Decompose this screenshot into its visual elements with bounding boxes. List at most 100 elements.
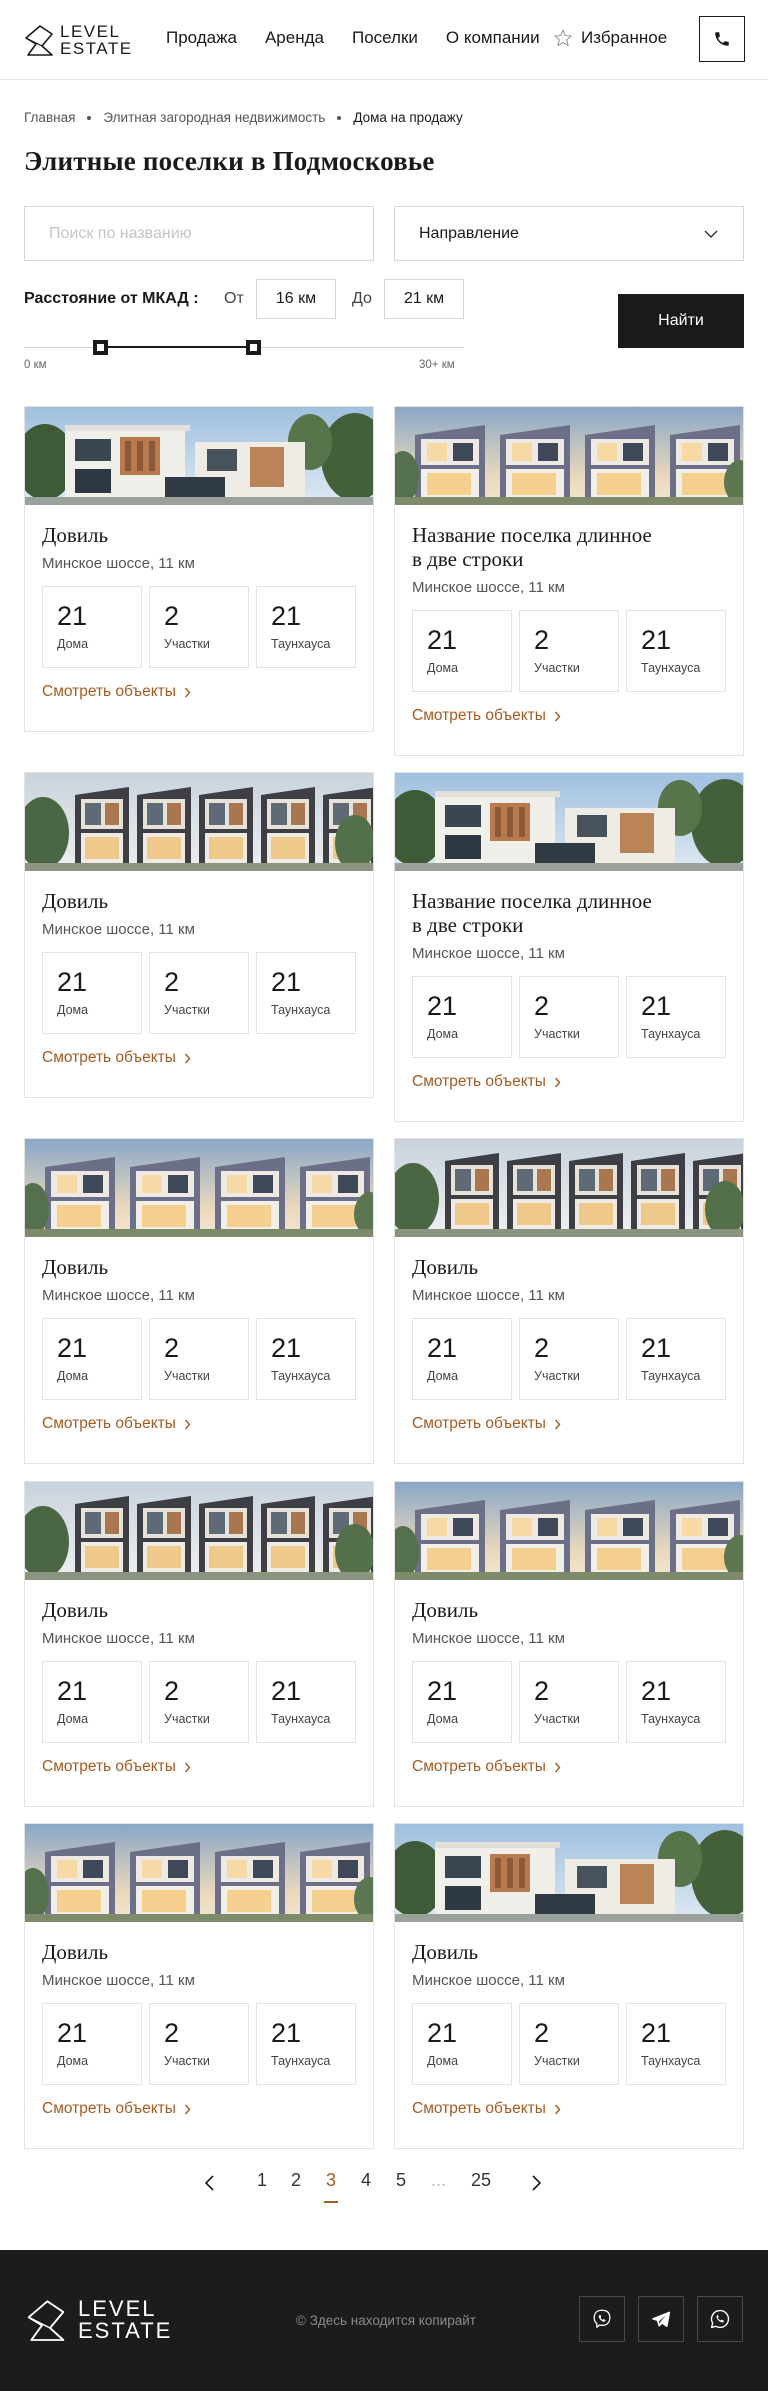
site-footer: LEVEL ESTATE © Здесь находится копирайт [0, 2250, 768, 2391]
village-card[interactable]: Довиль Минское шоссе, 11 км 21 Дома 2 Участки… [394, 1138, 744, 1464]
favorites-label: Избранное [581, 28, 668, 47]
view-objects-link[interactable]: Смотреть объекты [42, 1049, 356, 1067]
village-card[interactable]: Название поселка длинное в две строки Минс… [394, 406, 744, 756]
nav-rent[interactable]: Аренда [265, 28, 324, 48]
search-input[interactable]: Поиск по названию [24, 206, 374, 261]
chevron-right-icon [554, 2104, 561, 2114]
village-image[interactable] [395, 1482, 743, 1580]
village-card[interactable]: Название поселка длинное в две строки Минс… [394, 772, 744, 1122]
village-card-body: Название поселка длинное в две строки Минс… [395, 871, 743, 1121]
village-name[interactable]: Довиль [42, 1255, 356, 1279]
stat-houses: 21 Дома [412, 1318, 512, 1400]
phone-button[interactable] [699, 16, 745, 62]
breadcrumb-separator [87, 115, 92, 120]
from-field[interactable]: 16 км [256, 279, 336, 319]
range-handle-min[interactable] [93, 340, 108, 355]
view-objects-link[interactable]: Смотреть объекты [42, 683, 356, 701]
village-card[interactable]: Довиль Минское шоссе, 11 км 21 Дома 2 Участки… [394, 1481, 744, 1807]
village-image[interactable] [395, 1824, 743, 1922]
find-button[interactable]: Найти [618, 294, 744, 348]
village-card[interactable]: Довиль Минское шоссе, 11 км 21 Дома 2 Участки… [24, 406, 374, 732]
village-image[interactable] [25, 1139, 373, 1237]
breadcrumb-current: Дома на продажу [353, 110, 463, 125]
range-max-label: 30+ км [419, 359, 455, 371]
logo[interactable]: LEVEL ESTATE [24, 20, 133, 60]
view-objects-link[interactable]: Смотреть объекты [42, 1758, 356, 1776]
village-image[interactable] [25, 773, 373, 871]
stat-townhouses: 21 Таунхауса [256, 1318, 356, 1400]
village-image[interactable] [25, 1482, 373, 1580]
village-name[interactable]: Довиль [412, 1598, 726, 1622]
direction-select[interactable]: Направление [394, 206, 744, 261]
village-name[interactable]: Довиль [412, 1940, 726, 1964]
village-card[interactable]: Довиль Минское шоссе, 11 км 21 Дома 2 Участки… [24, 1823, 374, 2149]
page-25[interactable]: 25 [471, 2170, 491, 2191]
village-photo [395, 1482, 743, 1580]
village-image[interactable] [25, 407, 373, 505]
stat-townhouses-label: Таунхауса [641, 661, 701, 675]
view-objects-link[interactable]: Смотреть объекты [412, 1073, 726, 1091]
stat-plots-label: Участки [164, 1369, 210, 1383]
view-objects-link[interactable]: Смотреть объекты [412, 707, 726, 725]
breadcrumb-elite[interactable]: Элитная загородная недвижимость [103, 110, 325, 125]
page-5[interactable]: 5 [396, 2170, 406, 2191]
village-name[interactable]: Довиль [42, 889, 356, 913]
stat-houses: 21 Дома [412, 976, 512, 1058]
stat-houses-label: Дома [427, 1369, 459, 1383]
stat-townhouses-value: 21 [271, 967, 302, 997]
stat-townhouses-label: Таунхауса [641, 1369, 701, 1383]
whatsapp-button[interactable] [697, 2296, 743, 2342]
page-3-current[interactable]: 3 [323, 2170, 339, 2203]
village-image[interactable] [395, 773, 743, 871]
favorites-link[interactable]: Избранное [553, 28, 667, 48]
village-image[interactable] [25, 1824, 373, 1922]
page-ellipsis: ... [431, 2170, 447, 2190]
village-card[interactable]: Довиль Минское шоссе, 11 км 21 Дома 2 Участки… [24, 1138, 374, 1464]
village-road: Минское шоссе, 11 км [42, 1972, 195, 1989]
nav-sale[interactable]: Продажа [166, 28, 237, 48]
to-field[interactable]: 21 км [384, 279, 464, 319]
site-header: LEVEL ESTATE Продажа Аренда Поселки О ко… [0, 0, 768, 80]
village-name[interactable]: Довиль [42, 523, 356, 547]
stat-houses-value: 21 [427, 991, 458, 1021]
village-card[interactable]: Довиль Минское шоссе, 11 км 21 Дома 2 Участки… [394, 1823, 744, 2149]
range-handle-max[interactable] [246, 340, 261, 355]
village-image[interactable] [395, 407, 743, 505]
page-1[interactable]: 1 [257, 2170, 267, 2191]
stat-townhouses-value: 21 [641, 1333, 672, 1363]
viber-button[interactable] [579, 2296, 625, 2342]
chevron-left-icon[interactable] [204, 2174, 216, 2192]
view-objects-link[interactable]: Смотреть объекты [412, 2100, 726, 2118]
village-name[interactable]: Довиль [42, 1598, 356, 1622]
view-objects-link[interactable]: Смотреть объекты [42, 2100, 356, 2118]
village-image[interactable] [395, 1139, 743, 1237]
village-stats: 21 Дома 2 Участки 21 Таунхауса [42, 1661, 356, 1743]
page-2[interactable]: 2 [291, 2170, 301, 2191]
village-card-body: Довиль Минское шоссе, 11 км 21 Дома 2 Участки… [25, 1922, 373, 2148]
view-objects-link[interactable]: Смотреть объекты [42, 1415, 356, 1433]
stat-townhouses: 21 Таунхауса [256, 1661, 356, 1743]
card-spacer [412, 725, 726, 755]
nav-villages[interactable]: Поселки [352, 28, 418, 48]
village-name[interactable]: Довиль [412, 1255, 726, 1279]
view-objects-link[interactable]: Смотреть объекты [412, 1758, 726, 1776]
village-photo [395, 407, 743, 505]
stat-townhouses: 21 Таунхауса [626, 1661, 726, 1743]
village-card[interactable]: Довиль Минское шоссе, 11 км 21 Дома 2 Участки… [24, 772, 374, 1098]
view-objects-link[interactable]: Смотреть объекты [412, 1415, 726, 1433]
village-name[interactable]: Довиль [42, 1940, 356, 1964]
breadcrumb-home[interactable]: Главная [24, 110, 75, 125]
village-card[interactable]: Довиль Минское шоссе, 11 км 21 Дома 2 Участки… [24, 1481, 374, 1807]
footer-logo[interactable]: LEVEL ESTATE [24, 2296, 172, 2344]
nav-about[interactable]: О компании [446, 28, 540, 48]
village-name[interactable]: Название поселка длинное в две строки [412, 889, 726, 937]
stat-plots: 2 Участки [519, 1318, 619, 1400]
logo-mark-icon [27, 2300, 65, 2341]
telegram-button[interactable] [638, 2296, 684, 2342]
stat-houses: 21 Дома [412, 2003, 512, 2085]
village-stats: 21 Дома 2 Участки 21 Таунхауса [42, 586, 356, 668]
page-4[interactable]: 4 [361, 2170, 371, 2191]
village-name[interactable]: Название поселка длинное в две строки [412, 523, 726, 571]
chevron-right-icon[interactable] [530, 2174, 542, 2192]
stat-plots: 2 Участки [519, 610, 619, 692]
